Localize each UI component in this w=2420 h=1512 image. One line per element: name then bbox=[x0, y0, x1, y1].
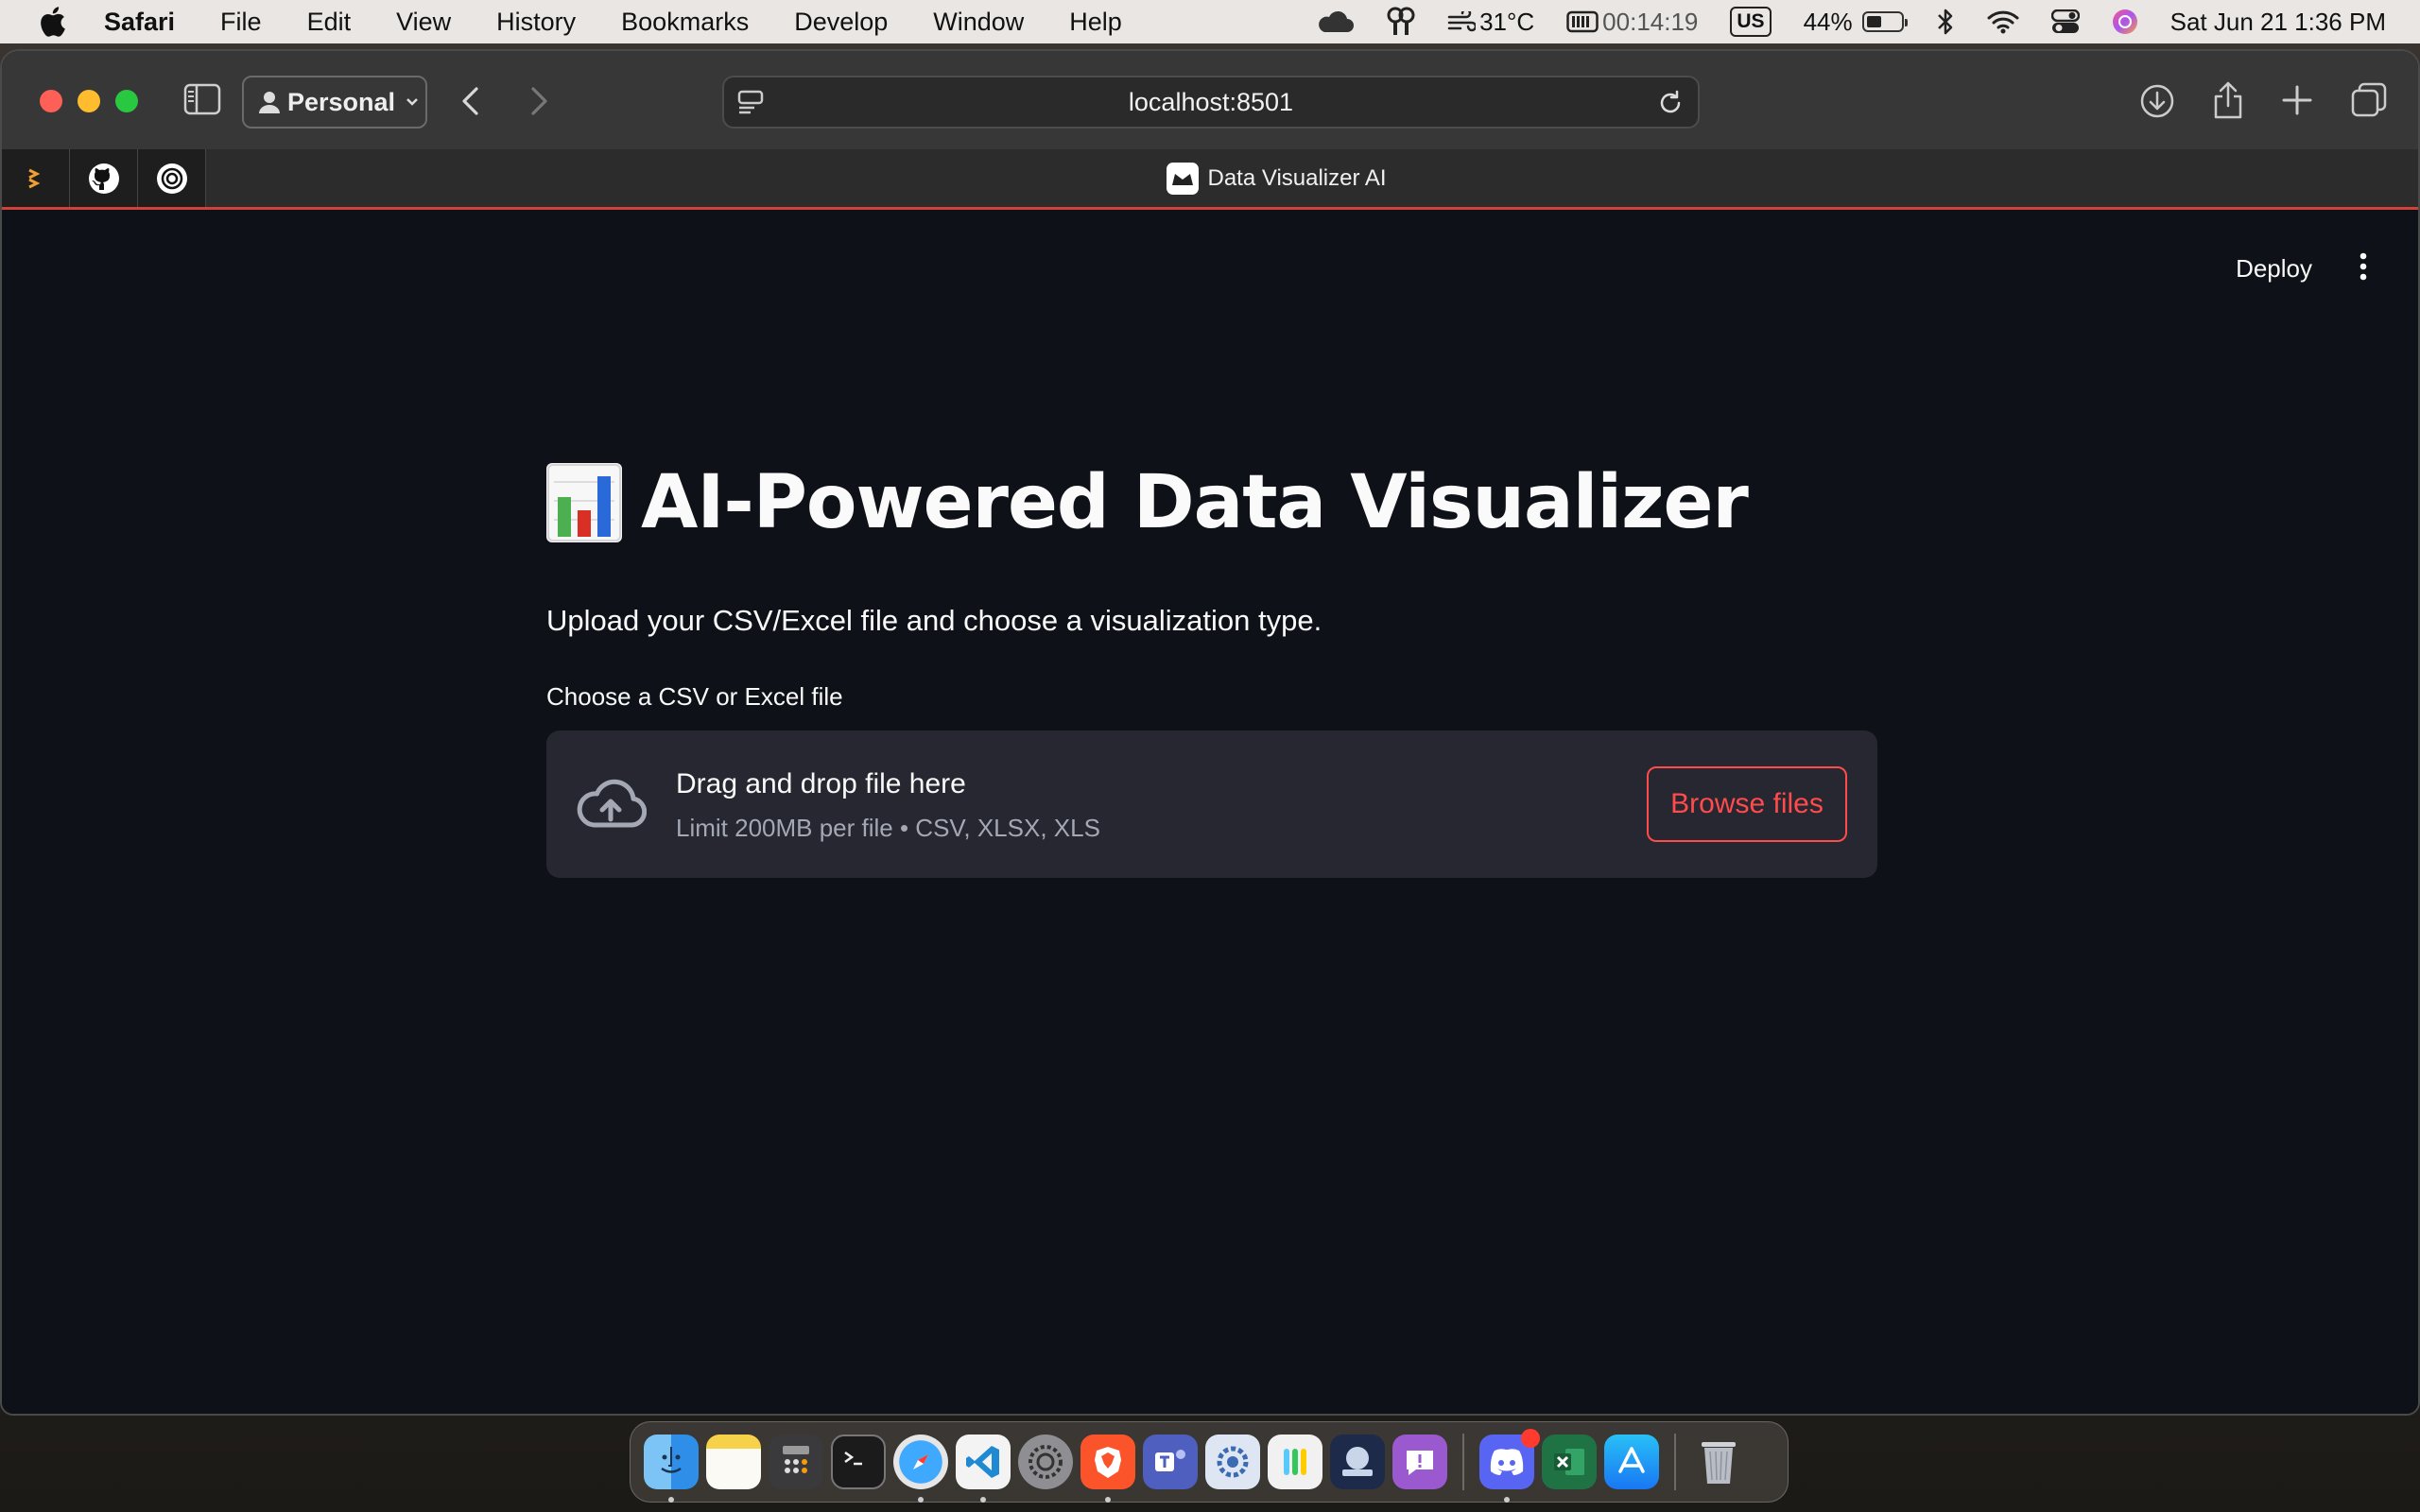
menu-develop[interactable]: Develop bbox=[771, 8, 910, 37]
dock-notes-icon[interactable] bbox=[706, 1435, 761, 1489]
dock-game-icon[interactable] bbox=[1330, 1435, 1385, 1489]
tab-bar: Data Visualizer AI bbox=[2, 149, 2418, 210]
menu-file[interactable]: File bbox=[198, 8, 285, 37]
dock-terminal-icon[interactable] bbox=[831, 1435, 886, 1489]
menu-bar-clock[interactable]: Sat Jun 21 1:36 PM bbox=[2170, 8, 2386, 37]
cloud-upload-icon bbox=[577, 779, 647, 828]
cloud-icon[interactable] bbox=[1315, 9, 1355, 34]
dropzone-limits: Limit 200MB per file • CSV, XLSX, XLS bbox=[676, 814, 1100, 842]
menu-history[interactable]: History bbox=[474, 8, 598, 37]
running-indicator bbox=[1105, 1497, 1111, 1503]
wifi-icon[interactable] bbox=[1987, 9, 2019, 34]
deploy-button[interactable]: Deploy bbox=[2236, 254, 2312, 284]
dock-utility-icon[interactable] bbox=[1205, 1435, 1260, 1489]
dock-trash-icon[interactable] bbox=[1691, 1435, 1746, 1489]
active-tab[interactable]: Data Visualizer AI bbox=[2, 149, 2418, 207]
dock-teams-icon[interactable] bbox=[1143, 1435, 1198, 1489]
page-description: Upload your CSV/Excel file and choose a … bbox=[546, 604, 1322, 637]
dock-system-settings-icon[interactable] bbox=[1018, 1435, 1073, 1489]
dock-app-store-icon[interactable] bbox=[1604, 1435, 1659, 1489]
timer-text: 00:14:19 bbox=[1602, 7, 1699, 36]
main-menu-button[interactable] bbox=[2358, 250, 2369, 287]
window-controls bbox=[40, 90, 138, 112]
battery-indicator[interactable]: 44% bbox=[1803, 7, 1908, 37]
address-bar[interactable]: localhost:8501 bbox=[722, 76, 1700, 129]
weather-temperature: 31°C bbox=[1479, 7, 1535, 36]
dock-discord-icon[interactable] bbox=[1479, 1429, 1540, 1503]
menu-view[interactable]: View bbox=[373, 8, 474, 37]
tab-overview-icon[interactable] bbox=[2350, 81, 2388, 119]
profile-name: Personal bbox=[287, 87, 396, 116]
battery-percent: 44% bbox=[1803, 7, 1853, 36]
reload-icon[interactable] bbox=[1656, 89, 1685, 117]
forward-button[interactable] bbox=[526, 85, 552, 117]
menu-bookmarks[interactable]: Bookmarks bbox=[598, 8, 771, 37]
menu-help[interactable]: Help bbox=[1046, 8, 1145, 37]
dock-separator bbox=[1674, 1434, 1676, 1490]
menu-window[interactable]: Window bbox=[910, 8, 1046, 37]
apple-menu-icon[interactable] bbox=[0, 6, 104, 38]
control-center-icon[interactable] bbox=[2050, 9, 2080, 34]
more-vertical-icon bbox=[2360, 252, 2367, 281]
menu-edit[interactable]: Edit bbox=[285, 8, 374, 37]
dock-brave-icon[interactable] bbox=[1080, 1435, 1135, 1503]
weather-widget[interactable]: 31°C bbox=[1447, 8, 1534, 37]
dock-feedback-assistant-icon[interactable] bbox=[1392, 1435, 1447, 1489]
browser-toolbar: Personal localhost:8501 bbox=[2, 51, 2418, 149]
page-menu-icon[interactable] bbox=[737, 89, 764, 115]
new-tab-icon[interactable] bbox=[2280, 83, 2314, 117]
file-dropzone[interactable]: Drag and drop file here Limit 200MB per … bbox=[546, 730, 1877, 878]
dropzone-instructions: Drag and drop file here bbox=[676, 768, 966, 799]
dock-safari-icon[interactable] bbox=[893, 1435, 948, 1503]
running-indicator bbox=[668, 1497, 674, 1503]
bar-chart-icon bbox=[546, 463, 622, 542]
keychain-icon[interactable] bbox=[1387, 7, 1415, 37]
tab-title-text: Data Visualizer AI bbox=[1207, 164, 1387, 191]
dock-separator bbox=[1462, 1434, 1464, 1490]
dock-vscode-icon[interactable] bbox=[956, 1435, 1011, 1503]
battery-icon bbox=[1861, 11, 1908, 32]
streamlit-favicon bbox=[1166, 162, 1199, 195]
dock-passwords-icon[interactable] bbox=[1268, 1435, 1322, 1489]
page-title: AI-Powered Data Visualizer bbox=[546, 460, 1749, 545]
back-button[interactable] bbox=[458, 85, 484, 117]
siri-icon[interactable] bbox=[2112, 9, 2138, 35]
dock-calculator-icon[interactable] bbox=[769, 1435, 823, 1489]
chevron-down-icon bbox=[406, 98, 418, 106]
file-uploader-label: Choose a CSV or Excel file bbox=[546, 682, 843, 711]
running-indicator bbox=[980, 1497, 986, 1503]
notification-badge bbox=[1521, 1429, 1540, 1448]
timer-widget[interactable]: 00:14:19 bbox=[1566, 8, 1698, 37]
input-source-indicator[interactable]: US bbox=[1730, 7, 1772, 37]
battery-level-fill bbox=[1866, 16, 1881, 27]
menu-bar: Safari File Edit View History Bookmarks … bbox=[0, 0, 2420, 43]
share-icon[interactable] bbox=[2212, 79, 2244, 119]
chevron-left-icon bbox=[462, 87, 478, 115]
fullscreen-window-button[interactable] bbox=[115, 90, 138, 112]
sidebar-toggle-icon[interactable] bbox=[183, 83, 221, 115]
menu-app-safari[interactable]: Safari bbox=[104, 8, 198, 37]
dock bbox=[630, 1421, 1789, 1503]
safari-window: Personal localhost:8501 Data Visualizer … bbox=[0, 49, 2420, 1416]
dock-excel-icon[interactable] bbox=[1542, 1435, 1597, 1489]
input-source-label: US bbox=[1730, 7, 1772, 37]
browse-files-button[interactable]: Browse files bbox=[1647, 766, 1847, 842]
minimize-window-button[interactable] bbox=[78, 90, 100, 112]
dock-finder-icon[interactable] bbox=[644, 1435, 699, 1503]
running-indicator bbox=[1504, 1497, 1510, 1503]
close-window-button[interactable] bbox=[40, 90, 62, 112]
chevron-right-icon bbox=[531, 87, 547, 115]
page-title-text: AI-Powered Data Visualizer bbox=[641, 460, 1749, 545]
bluetooth-icon[interactable] bbox=[1936, 8, 1955, 36]
running-indicator bbox=[918, 1497, 924, 1503]
url-text: localhost:8501 bbox=[1128, 87, 1294, 116]
profile-switcher-button[interactable]: Personal bbox=[242, 76, 427, 129]
downloads-icon[interactable] bbox=[2139, 83, 2175, 119]
page-content: Deploy AI-Powered Data Visualizer Upload… bbox=[2, 213, 2418, 1414]
person-icon bbox=[259, 92, 280, 113]
